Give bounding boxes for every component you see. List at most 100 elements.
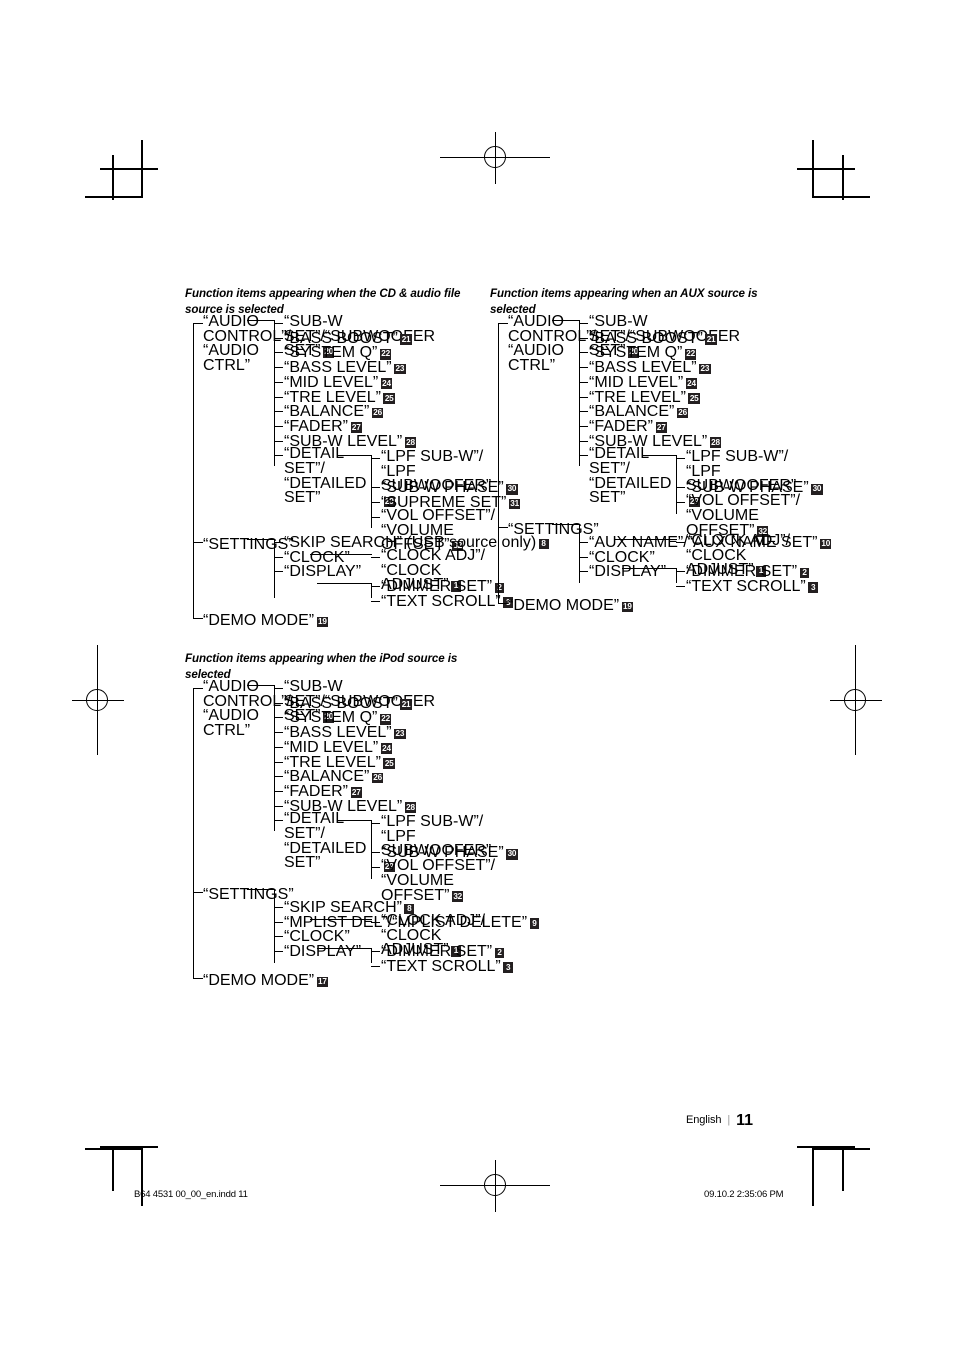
reference-badge: 26 bbox=[371, 772, 384, 784]
reference-badge: 10 bbox=[819, 538, 832, 550]
reference-badge: 27 bbox=[655, 422, 667, 434]
root-spine bbox=[193, 323, 194, 618]
settings-spine bbox=[274, 539, 275, 598]
audio-connector bbox=[579, 337, 588, 339]
reference-badge: 27 bbox=[350, 787, 362, 799]
node-audio-control[interactable]: “AUDIO CONTROL”/ “AUDIO CTRL” bbox=[203, 679, 291, 739]
settings-connector bbox=[274, 571, 283, 573]
node-demo-mode[interactable]: “DEMO MODE” 17 bbox=[203, 972, 329, 990]
clock-connector bbox=[615, 539, 677, 540]
audio-connector bbox=[247, 320, 275, 321]
manual-page: Function items appearing when the CD & a… bbox=[0, 0, 954, 1350]
settings-connector bbox=[274, 556, 283, 558]
display-connector bbox=[371, 965, 380, 967]
settings-item[interactable]: “DISPLAY” bbox=[589, 563, 666, 581]
settings-item-label: “DISPLAY” bbox=[284, 943, 362, 961]
display-connector bbox=[317, 583, 372, 584]
tree-cd-audio: “AUDIO CONTROL”/ “AUDIO CTRL” “SETTINGS”… bbox=[185, 313, 549, 629]
display-item[interactable]: “TEXT SCROLL” 3 bbox=[686, 577, 819, 596]
registration-mark-right bbox=[830, 645, 882, 755]
settings-item[interactable]: “DISPLAY” bbox=[284, 943, 361, 961]
detail-item-label: “VOL OFFSET”/ “VOLUME OFFSET” bbox=[381, 857, 496, 904]
audio-connector bbox=[579, 440, 588, 442]
reference-badge: 30 bbox=[811, 483, 823, 495]
audio-connector bbox=[274, 746, 283, 748]
node-demo-mode[interactable]: “DEMO MODE” 19 bbox=[508, 597, 634, 615]
display-item[interactable]: “TEXT SCROLL” 3 bbox=[381, 957, 514, 976]
settings-item-label: “DISPLAY” bbox=[589, 563, 667, 581]
audio-spine bbox=[274, 320, 275, 466]
display-item-label: “TEXT SCROLL” bbox=[381, 592, 501, 610]
node-audio-control[interactable]: “AUDIO CONTROL”/ “AUDIO CTRL” bbox=[508, 314, 596, 374]
display-item-label: “TEXT SCROLL” bbox=[381, 957, 501, 975]
reference-badge: 25 bbox=[383, 758, 395, 769]
root-spine bbox=[498, 323, 499, 603]
reference-badge: 21 bbox=[400, 334, 412, 345]
detail-connector bbox=[676, 458, 685, 459]
audio-connector bbox=[274, 455, 283, 457]
display-connector bbox=[371, 586, 380, 587]
footer-page-number: 11 bbox=[736, 1112, 753, 1129]
reference-badge: 21 bbox=[705, 334, 717, 345]
reference-badge: 28 bbox=[404, 437, 417, 448]
audio-item[interactable]: “DETAIL SET”/ “DETAILED SET” bbox=[589, 446, 671, 506]
reference-badge: 23 bbox=[394, 363, 406, 375]
reference-badge: 17 bbox=[316, 976, 329, 988]
display-item-label: “TEXT SCROLL” bbox=[686, 577, 806, 595]
reference-badge: 26 bbox=[371, 407, 384, 419]
detail-connector bbox=[676, 502, 685, 504]
clock-connector bbox=[371, 922, 380, 923]
page-footer: English | 11 bbox=[686, 1112, 753, 1130]
detail-connector bbox=[337, 820, 372, 821]
audio-connector bbox=[579, 411, 588, 413]
detail-connector bbox=[337, 455, 372, 456]
audio-connector bbox=[274, 337, 283, 339]
audio-connector bbox=[274, 776, 283, 778]
tree-aux: “AUDIO CONTROL”/ “AUDIO CTRL” “SETTINGS”… bbox=[490, 313, 832, 614]
detail-connector bbox=[371, 458, 380, 459]
reference-badge: 2 bbox=[799, 567, 810, 579]
display-connector bbox=[622, 568, 677, 569]
audio-connector bbox=[274, 367, 283, 369]
settings-connector bbox=[247, 539, 275, 540]
reference-badge: 24 bbox=[685, 378, 698, 390]
audio-spine bbox=[579, 320, 580, 466]
audio-connector bbox=[274, 820, 283, 822]
audio-connector bbox=[274, 352, 283, 354]
audio-connector bbox=[274, 440, 283, 442]
audio-item[interactable]: “DETAIL SET”/ “DETAILED SET” bbox=[284, 811, 366, 871]
registration-mark-top bbox=[440, 132, 550, 184]
detail-connector bbox=[676, 487, 685, 489]
settings-connector bbox=[274, 951, 283, 953]
registration-mark-bottom bbox=[440, 1160, 550, 1212]
audio-connector bbox=[552, 320, 580, 321]
settings-connector bbox=[579, 571, 588, 573]
detail-item[interactable]: “VOL OFFSET”/ “VOLUME OFFSET” 32 bbox=[381, 857, 501, 904]
audio-connector bbox=[274, 411, 283, 413]
display-connector bbox=[371, 951, 380, 952]
audio-connector bbox=[274, 425, 283, 427]
audio-connector bbox=[274, 761, 283, 763]
node-demo-mode[interactable]: “DEMO MODE” 19 bbox=[203, 612, 329, 630]
audio-spine bbox=[274, 685, 275, 831]
node-label: “DEMO MODE” bbox=[203, 612, 315, 629]
audio-connector bbox=[579, 396, 588, 398]
detail-connector bbox=[371, 852, 380, 854]
audio-connector bbox=[247, 685, 275, 686]
settings-item[interactable]: “DISPLAY” bbox=[284, 563, 361, 581]
reference-badge: 27 bbox=[350, 422, 362, 434]
reference-badge: 23 bbox=[699, 363, 711, 375]
clock-connector bbox=[310, 554, 372, 555]
reference-badge: 19 bbox=[621, 601, 634, 613]
settings-connector bbox=[552, 524, 580, 525]
clock-connector bbox=[371, 557, 380, 558]
audio-connector bbox=[579, 455, 588, 457]
node-audio-control[interactable]: “AUDIO CONTROL”/ “AUDIO CTRL” bbox=[203, 314, 291, 374]
audio-item[interactable]: “DETAIL SET”/ “DETAILED SET” bbox=[284, 446, 366, 506]
reference-badge: 9 bbox=[529, 918, 540, 929]
node-label: “DEMO MODE” bbox=[508, 597, 620, 614]
detail-connector bbox=[371, 823, 380, 824]
settings-spine bbox=[579, 524, 580, 583]
display-connector bbox=[317, 948, 372, 949]
reference-badge: 23 bbox=[394, 728, 406, 740]
